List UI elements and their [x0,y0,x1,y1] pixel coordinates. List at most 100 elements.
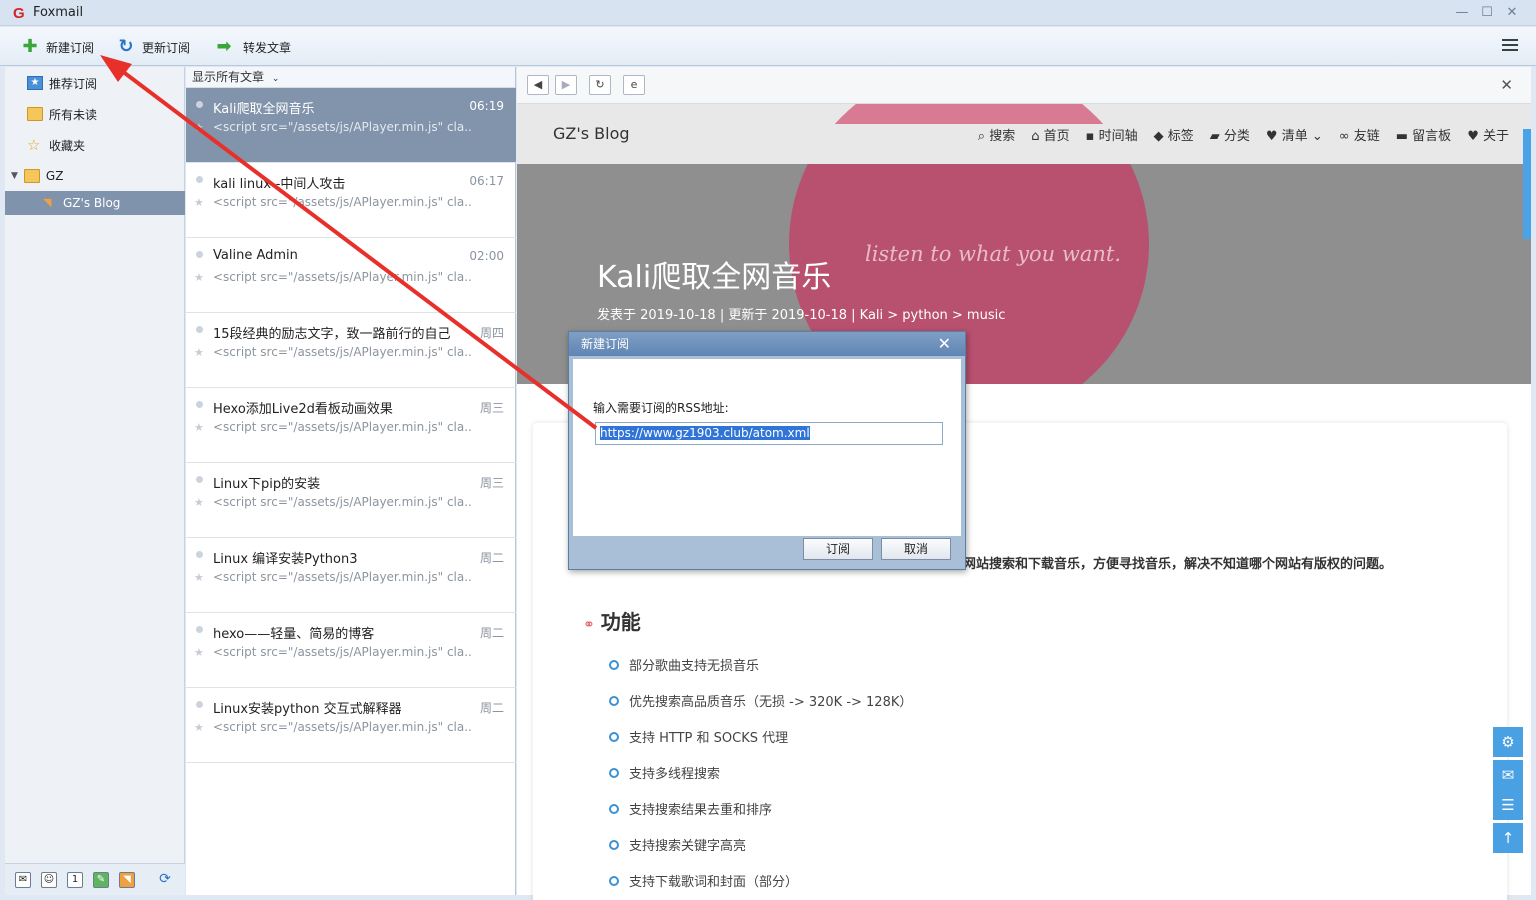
list-item[interactable]: ★ Hexo添加Live2d看板动画效果 周三 <script src="/as… [186,388,516,463]
unread-dot-icon[interactable] [196,251,203,258]
article-snippet: <script src="/assets/js/APlayer.min.js" … [213,570,473,584]
star-icon[interactable]: ★ [194,421,204,434]
unread-dot-icon[interactable] [196,326,203,333]
nav-label: 搜索 [989,129,1016,144]
notes-icon[interactable]: ✎ [93,872,109,888]
article-list-pane: 显示所有文章 ⌄ ★ Kali爬取全网音乐 06:19 <script src=… [186,67,516,895]
list-item[interactable]: ★ Linux下pip的安装 周三 <script src="/assets/j… [186,463,516,538]
unread-dot-icon[interactable] [196,401,203,408]
star-icon[interactable]: ★ [194,196,204,209]
article-snippet: <script src="/assets/js/APlayer.min.js" … [213,345,473,359]
unread-dot-icon[interactable] [196,701,203,708]
close-preview-icon[interactable]: ✕ [1500,76,1513,94]
menu-icon[interactable] [1502,39,1518,53]
back-to-top-icon[interactable]: ↑ [1493,823,1523,853]
sidebar-item-all-unread[interactable]: 所有未读 [5,100,185,128]
plus-icon: ✚ [22,36,38,57]
sidebar-item-gz-blog[interactable]: ◥ GZ's Blog [5,191,185,215]
list-item[interactable]: ★ hexo——轻量、简易的博客 周二 <script src="/assets… [186,613,516,688]
nav-categories[interactable]: ▰ 分类 [1210,125,1250,144]
nav-guestbook[interactable]: ▬ 留言板 [1396,125,1451,144]
comments-icon[interactable]: ✉ [1493,760,1523,790]
feed-sidebar: ★ 推荐订阅 所有未读 ☆ 收藏夹 ▼ GZ ◥ GZ's Blog ✉ ☺ 1… [5,67,185,895]
back-icon[interactable]: ◀ [527,75,549,95]
list-item[interactable]: ★ Valine Admin 02:00 <script src="/asset… [186,238,516,313]
section-title: 功能 [600,610,641,634]
list-item[interactable]: ★ 15段经典的励志文字，致一路前行的自己 周四 <script src="/a… [186,313,516,388]
bullet-icon [609,695,619,706]
toc-list-icon[interactable]: ☰ [1493,790,1523,820]
article-time: 06:19 [469,99,504,113]
blog-nav: ⌕ 搜索 ⌂ 首页 ▪ 时间轴 ◆ 标签 ▰ 分类 ♥ 清单 ⌄ ∞ 友链 ▬ … [978,125,1509,144]
star-icon[interactable]: ★ [194,121,204,134]
article-title: Linux 编译安装Python3 [213,552,358,567]
feature-text: 支持搜索结果去重和排序 [629,803,773,818]
sidebar-item-label: 收藏夹 [49,138,86,153]
star-icon[interactable]: ★ [194,271,204,284]
feature-text: 优先搜索高品质音乐（无损 -> 320K -> 128K） [629,695,913,710]
article-title: Kali爬取全网音乐 [213,102,315,117]
feature-text: 支持搜索关键字高亮 [629,839,747,854]
star-icon[interactable]: ★ [194,721,204,734]
nav-list[interactable]: ♥ 清单 ⌄ [1266,125,1323,144]
nav-label: 留言板 [1412,129,1452,144]
nav-links[interactable]: ∞ 友链 [1339,125,1380,144]
unread-dot-icon[interactable] [196,551,203,558]
bullet-icon [609,731,619,742]
list-item[interactable]: ★ kali linux--中间人攻击 06:17 <script src="/… [186,163,516,238]
nav-timeline[interactable]: ▪ 时间轴 [1086,125,1138,144]
sidebar-item-recommended[interactable]: ★ 推荐订阅 [5,69,185,97]
dialog-close-icon[interactable]: ✕ [938,334,951,353]
sidebar-item-favorites[interactable]: ☆ 收藏夹 [5,131,185,159]
subscribe-button[interactable]: 订阅 [803,538,873,560]
article-time: 周三 [479,476,504,490]
sync-icon[interactable]: ⟳ [157,872,173,888]
list-item[interactable]: ★ Linux 编译安装Python3 周二 <script src="/ass… [186,538,516,613]
mail-icon[interactable]: ✉ [15,872,31,888]
star-icon[interactable]: ★ [194,346,204,359]
list-item: 部分歌曲支持无损音乐 [609,655,759,674]
nav-search[interactable]: ⌕ 搜索 [978,125,1015,144]
maximize-icon[interactable]: ☐ [1475,3,1499,23]
reload-icon[interactable]: ↻ [589,75,611,95]
article-filter-dropdown[interactable]: 显示所有文章 ⌄ [186,67,515,88]
filter-label: 显示所有文章 [192,70,265,84]
star-icon[interactable]: ★ [194,496,204,509]
unread-dot-icon[interactable] [196,176,203,183]
unread-dot-icon[interactable] [196,476,203,483]
new-subscription-dialog: 新建订阅 ✕ 输入需要订阅的RSS地址: https://www.gz1903.… [568,331,966,570]
settings-gear-icon[interactable]: ⚙ [1493,727,1523,757]
star-icon[interactable]: ★ [194,571,204,584]
scrollbar-thumb[interactable] [1523,129,1531,239]
article-snippet: <script src="/assets/js/APlayer.min.js" … [213,195,473,209]
calendar-icon[interactable]: 1 [67,872,83,888]
rss-url-input[interactable]: https://www.gz1903.club/atom.xml [595,422,943,445]
update-subscription-button[interactable]: ↻ 更新订阅 [116,35,190,59]
forward-icon[interactable]: ▶ [555,75,577,95]
unread-dot-icon[interactable] [196,626,203,633]
rss-module-icon[interactable]: ◥ [119,872,135,888]
star-icon: ☆ [27,136,41,154]
cancel-button[interactable]: 取消 [881,538,951,560]
unread-dot-icon[interactable] [196,101,203,108]
expand-triangle-icon[interactable]: ▼ [11,171,18,181]
contacts-icon[interactable]: ☺ [41,872,57,888]
nav-about[interactable]: ♥ 关于 [1467,125,1509,144]
star-icon[interactable]: ★ [194,646,204,659]
nav-tags[interactable]: ◆ 标签 [1154,125,1194,144]
list-item: 支持 HTTP 和 SOCKS 代理 [609,727,788,746]
nav-home[interactable]: ⌂ 首页 [1031,125,1069,144]
nav-label: 友链 [1353,129,1380,144]
list-item: 支持多线程搜索 [609,763,720,782]
list-item[interactable]: ★ Linux安装python 交互式解释器 周二 <script src="/… [186,688,516,763]
blog-brand[interactable]: GZ's Blog [553,124,630,143]
list-item[interactable]: ★ Kali爬取全网音乐 06:19 <script src="/assets/… [186,88,516,163]
sidebar-folder-gz[interactable]: ▼ GZ [5,162,185,190]
minimize-icon[interactable]: — [1450,3,1474,23]
close-icon[interactable]: ✕ [1500,3,1524,23]
foxmail-logo-icon: G [13,5,25,22]
new-subscription-button[interactable]: ✚ 新建订阅 [20,35,94,59]
bullet-icon [609,875,619,886]
forward-article-button[interactable]: ➡ 转发文章 [211,35,291,59]
open-in-browser-icon[interactable]: e [623,75,645,95]
